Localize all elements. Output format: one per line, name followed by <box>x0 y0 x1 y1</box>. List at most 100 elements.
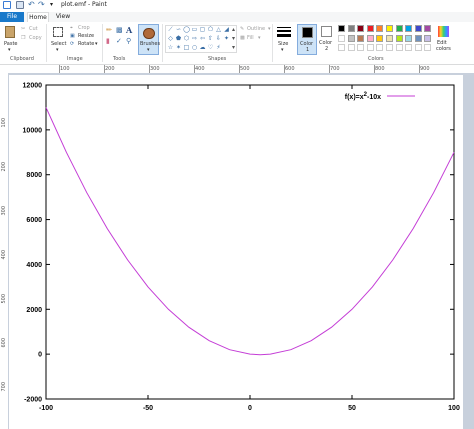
gallery-scroll-down-icon[interactable]: ▾ <box>230 36 237 42</box>
palette-swatch[interactable] <box>405 34 413 42</box>
five-point-star-shape-icon[interactable]: ☆ <box>167 45 174 51</box>
palette-swatch[interactable] <box>424 44 432 51</box>
save-icon[interactable] <box>16 1 24 9</box>
tab-view[interactable]: View <box>54 12 72 22</box>
crop-button[interactable]: Crop <box>78 25 90 31</box>
size-button[interactable]: Size ▾ <box>275 24 293 54</box>
palette-swatch[interactable] <box>347 34 355 42</box>
palette-swatch[interactable] <box>424 34 432 42</box>
brushes-button[interactable]: Brushes ▾ <box>138 24 160 55</box>
down-arrow-shape-icon[interactable]: ⇩ <box>215 36 222 42</box>
x-tick-label: -100 <box>39 405 53 412</box>
palette-swatch[interactable] <box>424 25 432 32</box>
select-button[interactable]: Select ▾ <box>50 24 66 54</box>
ruler-tick <box>239 65 240 73</box>
line-width-icon <box>277 27 291 39</box>
palette-swatch[interactable] <box>395 34 403 42</box>
chevron-down-icon: ▾ <box>56 47 59 53</box>
color-picker-icon[interactable]: ✓ <box>116 37 122 45</box>
diamond-shape-icon[interactable]: ◇ <box>167 36 174 42</box>
chevron-down-icon: ▾ <box>147 47 150 53</box>
callout-cloud-shape-icon[interactable]: ☁ <box>199 45 206 51</box>
palette-swatch[interactable] <box>357 34 365 42</box>
six-point-star-shape-icon[interactable]: ✶ <box>175 45 182 51</box>
left-arrow-shape-icon[interactable]: ⇦ <box>199 36 206 42</box>
cut-button[interactable]: Cut <box>29 26 38 32</box>
y-tick-label: 4000 <box>26 262 42 269</box>
color2-button[interactable]: Color 2 <box>318 24 336 55</box>
line-shape-icon[interactable]: ⟋ <box>167 27 174 33</box>
pencil-icon[interactable]: ✏ <box>106 26 112 34</box>
tools-group-label: Tools <box>113 56 126 62</box>
palette-swatch[interactable] <box>357 25 365 32</box>
callout-oval-shape-icon[interactable]: ○ <box>191 45 198 51</box>
color1-button[interactable]: Color 1 <box>297 24 317 55</box>
palette-swatch[interactable] <box>357 44 365 51</box>
right-triangle-shape-icon[interactable]: ◢ <box>223 27 230 33</box>
palette-swatch[interactable] <box>347 25 355 32</box>
palette-swatch[interactable] <box>405 44 413 51</box>
palette-swatch[interactable] <box>395 44 403 51</box>
pentagon-shape-icon[interactable]: ⬟ <box>175 36 182 42</box>
palette-swatch[interactable] <box>386 25 393 32</box>
outline-button[interactable]: Outline <box>247 26 265 32</box>
rectangle-shape-icon[interactable]: ▭ <box>191 27 198 33</box>
up-arrow-shape-icon[interactable]: ⇧ <box>207 36 214 42</box>
hexagon-shape-icon[interactable]: ⬡ <box>183 36 190 42</box>
redo-icon[interactable]: ↷ <box>38 1 46 9</box>
text-tool-icon[interactable]: A <box>126 25 132 35</box>
palette-swatch[interactable] <box>366 44 374 51</box>
palette-swatch[interactable] <box>338 34 345 42</box>
x-tick-label: 100 <box>448 405 460 412</box>
palette-swatch[interactable] <box>414 25 422 32</box>
edit-colors-button[interactable]: Edit colors <box>436 24 452 55</box>
x-tick-label: 50 <box>348 405 356 412</box>
curve-shape-icon[interactable]: ∽ <box>175 27 182 33</box>
palette-swatch[interactable] <box>366 25 374 32</box>
paste-button[interactable]: Paste ▾ <box>3 24 18 54</box>
copy-button[interactable]: Copy <box>29 35 42 41</box>
palette-swatch[interactable] <box>347 44 355 51</box>
rotate-button[interactable]: Rotate <box>78 41 94 47</box>
triangle-shape-icon[interactable]: △ <box>215 27 222 33</box>
resize-button[interactable]: Resize <box>78 33 94 39</box>
right-arrow-shape-icon[interactable]: ⇨ <box>191 36 198 42</box>
palette-swatch[interactable] <box>395 25 403 32</box>
ruler-tick <box>149 65 150 73</box>
lightning-shape-icon[interactable]: ⚡ <box>215 45 222 51</box>
palette-swatch[interactable] <box>386 44 393 51</box>
four-point-star-shape-icon[interactable]: ✦ <box>223 36 230 42</box>
fill-bucket-icon[interactable]: ▩ <box>116 26 123 34</box>
undo-icon[interactable]: ↶ <box>28 1 36 9</box>
ruler-tick <box>59 65 60 73</box>
color-palette <box>338 25 434 55</box>
gallery-expand-icon[interactable]: ▾ <box>230 45 237 51</box>
palette-swatch[interactable] <box>376 25 384 32</box>
magnifier-icon[interactable]: ⚲ <box>126 37 131 45</box>
callout-rect-shape-icon[interactable]: □ <box>183 45 190 51</box>
palette-swatch[interactable] <box>386 34 393 42</box>
palette-swatch[interactable] <box>405 25 413 32</box>
palette-swatch[interactable] <box>414 44 422 51</box>
tab-home[interactable]: Home <box>27 12 49 22</box>
fill-button[interactable]: Fill <box>247 35 254 41</box>
palette-swatch[interactable] <box>376 34 384 42</box>
palette-swatch[interactable] <box>338 44 345 51</box>
oval-shape-icon[interactable]: ◯ <box>183 27 190 33</box>
polygon-shape-icon[interactable]: ⬠ <box>207 27 214 33</box>
tab-file[interactable]: File <box>0 12 24 22</box>
palette-swatch[interactable] <box>338 25 345 32</box>
palette-swatch[interactable] <box>366 34 374 42</box>
y-tick-label: 12000 <box>23 83 43 90</box>
palette-swatch[interactable] <box>414 34 422 42</box>
outline-icon: ✎ <box>240 26 245 32</box>
eraser-icon[interactable]: ▮ <box>106 37 110 45</box>
customize-quick-access-icon[interactable]: ▾ <box>50 1 58 9</box>
drawing-canvas[interactable]: -2000 0 2000 4000 6000 8000 10000 12000 -100 -50… <box>9 75 463 429</box>
gallery-scroll-icon[interactable]: ▴ <box>230 27 237 33</box>
palette-swatch[interactable] <box>376 44 384 51</box>
ruler-tick-label: 300 <box>150 66 160 72</box>
rounded-rectangle-shape-icon[interactable]: ▢ <box>199 27 206 33</box>
heart-shape-icon[interactable]: ♡ <box>207 45 214 51</box>
ribbon: Paste ▾ ✂ Cut ❐ Copy Clipboard Select ▾ … <box>0 22 474 65</box>
